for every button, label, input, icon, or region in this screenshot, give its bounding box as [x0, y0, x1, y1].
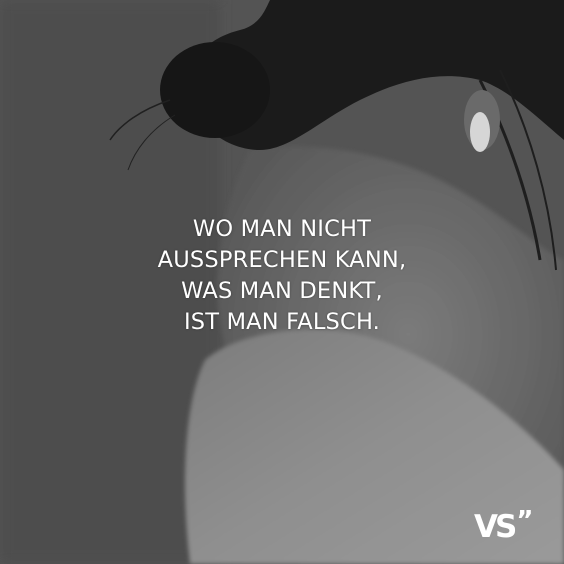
quote-image: WO MAN NICHT AUSSPRECHEN KANN, WAS MAN D… [0, 0, 564, 564]
quote-line-2: AUSSPRECHEN KANN, [157, 247, 407, 273]
logo-quote-mark: ” [516, 506, 533, 536]
earring-icon [470, 112, 490, 152]
visual-statements-logo: VS” [474, 506, 548, 546]
quote-text: WO MAN NICHT AUSSPRECHEN KANN, WAS MAN D… [0, 214, 564, 338]
hair-bun [160, 42, 270, 138]
quote-line-4: IST MAN FALSCH. [183, 309, 381, 335]
quote-line-3: WAS MAN DENKT, [181, 278, 383, 304]
logo-letters: VS [474, 509, 517, 545]
quote-line-1: WO MAN NICHT [192, 216, 372, 242]
